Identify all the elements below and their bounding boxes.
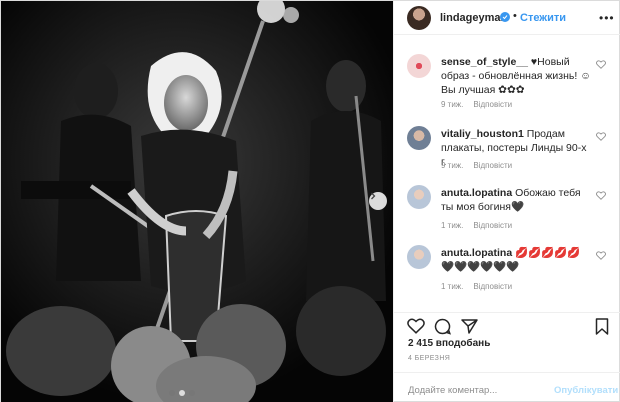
comment-text: anuta.lopatina 💋💋💋💋💋🖤🖤🖤🖤🖤🖤	[441, 246, 591, 274]
commenter-avatar[interactable]	[407, 54, 431, 78]
post-header: lindageyman • Стежити •••	[394, 1, 620, 35]
comment-age: 9 тиж.	[441, 161, 464, 170]
comment-age: 9 тиж.	[441, 100, 464, 109]
bookmark-icon[interactable]	[595, 318, 609, 335]
share-icon[interactable]	[461, 318, 478, 334]
commenter-avatar[interactable]	[407, 185, 431, 209]
comment-age: 1 тиж.	[441, 282, 464, 291]
carousel-dot	[189, 390, 195, 396]
comments-list: sense_of_style__ ♥Новый образ - обновлён…	[394, 36, 620, 312]
comment-username[interactable]: anuta.lopatina	[441, 247, 512, 259]
comment-meta: 1 тиж. Відповісти	[441, 282, 512, 291]
chevron-right-icon	[371, 192, 376, 200]
post-side-panel: lindageyman • Стежити ••• sense_of_style…	[393, 1, 620, 402]
reply-button[interactable]: Відповісти	[473, 221, 512, 230]
add-comment-form: Додайте коментар... Опублікувати	[394, 372, 620, 402]
comment-username[interactable]: vitaliy_houston1	[441, 128, 524, 140]
heart-icon[interactable]	[596, 191, 606, 200]
heart-icon[interactable]	[407, 318, 425, 334]
heart-icon[interactable]	[596, 132, 606, 141]
heart-icon[interactable]	[596, 251, 606, 260]
reply-button[interactable]: Відповісти	[473, 100, 512, 109]
action-bar	[394, 312, 620, 340]
comment-meta: 9 тиж. Відповісти	[441, 161, 512, 170]
carousel-dot	[169, 390, 175, 396]
comment-icon[interactable]	[434, 318, 451, 335]
comment-username[interactable]: anuta.lopatina	[441, 187, 512, 199]
publish-button[interactable]: Опублікувати	[554, 385, 618, 396]
heart-icon[interactable]	[596, 60, 606, 69]
comment-meta: 9 тиж. Відповісти	[441, 100, 512, 109]
author-avatar[interactable]	[407, 6, 431, 30]
reply-button[interactable]: Відповісти	[473, 282, 512, 291]
comment-age: 1 тиж.	[441, 221, 464, 230]
more-icon[interactable]: •••	[599, 11, 615, 25]
post-photo[interactable]	[1, 1, 393, 402]
carousel-dots	[169, 390, 195, 396]
comment-meta: 1 тиж. Відповісти	[441, 221, 512, 230]
header-separator: •	[513, 10, 517, 22]
carousel-dot-active	[179, 390, 185, 396]
commenter-avatar[interactable]	[407, 245, 431, 269]
concert-photo	[1, 1, 393, 402]
author-username[interactable]: lindageyman	[440, 12, 507, 24]
comment-text: anuta.lopatina Обожаю тебя ты моя богиня…	[441, 186, 591, 214]
comment-username[interactable]: sense_of_style__	[441, 56, 528, 68]
comment-text: sense_of_style__ ♥Новый образ - обновлён…	[441, 55, 591, 97]
follow-button[interactable]: Стежити	[520, 12, 566, 24]
verified-icon	[500, 12, 510, 22]
post-date[interactable]: 4 БЕРЕЗНЯ	[408, 355, 450, 362]
next-slide-button[interactable]	[369, 192, 387, 210]
comment-input[interactable]: Додайте коментар...	[408, 385, 497, 396]
post: lindageyman • Стежити ••• sense_of_style…	[0, 0, 620, 402]
reply-button[interactable]: Відповісти	[473, 161, 512, 170]
commenter-avatar[interactable]	[407, 126, 431, 150]
likes-count[interactable]: 2 415 вподобань	[408, 338, 490, 349]
